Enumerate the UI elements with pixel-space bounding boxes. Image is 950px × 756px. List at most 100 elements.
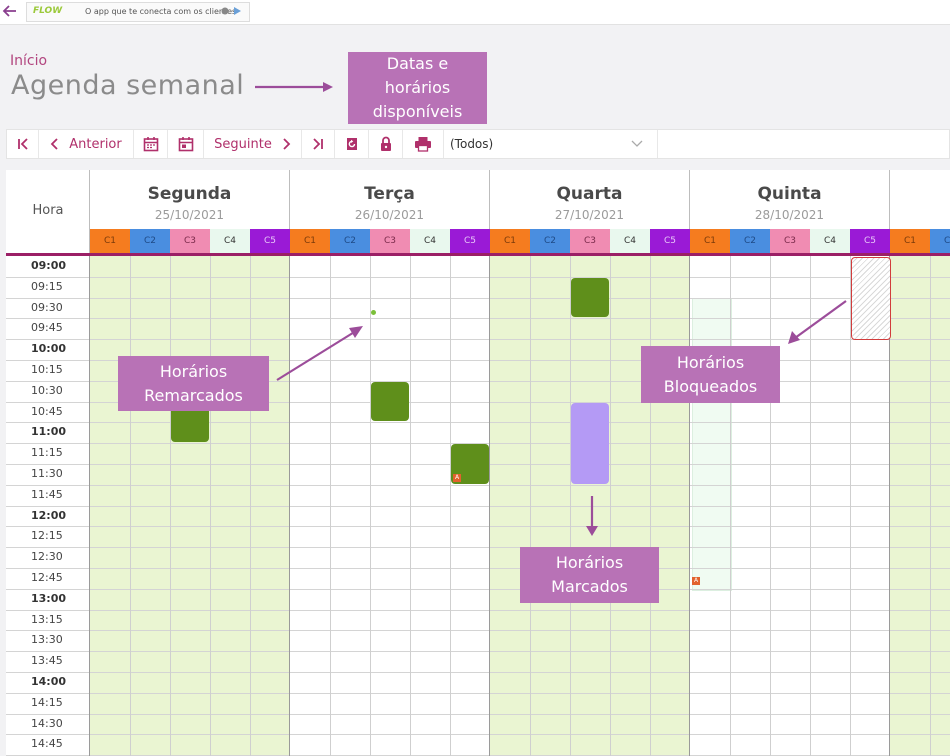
column-chip-c1[interactable]: C1: [90, 229, 130, 253]
column-chip-c2[interactable]: C2: [330, 229, 370, 253]
time-label: 09:00: [31, 259, 67, 272]
day-date: 28/10/2021: [754, 208, 825, 222]
note-text: Datas e horários disponíveis: [372, 54, 463, 121]
calendar-day-icon: [178, 137, 193, 152]
time-label: 09:15: [31, 279, 63, 293]
column-chips: C1C2C3C4C5: [490, 229, 690, 253]
column-chip-c5[interactable]: C5: [250, 229, 290, 253]
row-line: [6, 672, 950, 673]
column-chip-c5[interactable]: C5: [450, 229, 490, 253]
column-chip-c3[interactable]: C3: [170, 229, 210, 253]
row-line: [6, 692, 950, 694]
filter-value: (Todos): [450, 137, 494, 151]
column-divider: [930, 256, 931, 756]
note-text: Horários Remarcados: [144, 361, 243, 405]
day-header: C1C2C3C4C5: [890, 170, 950, 254]
column-chip-c1[interactable]: C1: [690, 229, 730, 253]
time-label: 11:00: [31, 425, 67, 439]
days-header: Segunda 25/10/2021 C1 C2 C3 C4 C5 Terça 26/10/20…: [90, 170, 950, 254]
row-line: [6, 547, 950, 549]
page-title: Agenda semanal: [11, 70, 245, 101]
column-chip-c2[interactable]: C2: [130, 229, 170, 253]
rescheduled-appointment-block[interactable]: [571, 402, 609, 484]
time-label: 12:00: [31, 508, 67, 522]
day-date: 26/10/2021: [354, 208, 425, 222]
time-label: 11:45: [31, 487, 63, 501]
column-chip-c5[interactable]: C5: [850, 229, 890, 253]
time-label: 12:30: [31, 550, 63, 564]
time-label: 13:45: [31, 654, 63, 668]
appointment-block[interactable]: [571, 277, 609, 318]
day-divider: [489, 256, 490, 756]
previous-label: Anterior: [69, 136, 122, 152]
print-button[interactable]: [403, 130, 444, 158]
column-chip-c1[interactable]: C1: [890, 229, 930, 253]
column-divider: [730, 256, 731, 756]
refresh-button[interactable]: [335, 130, 369, 158]
hour-header: Hora: [32, 203, 64, 218]
next-button[interactable]: Seguinte: [204, 130, 302, 158]
column-chip-c4[interactable]: C4: [210, 229, 250, 253]
top-bar: FLOW O app que te conecta com os cliente…: [0, 0, 950, 25]
weekly-calendar: Hora Segunda 25/10/2021 C1 C2 C3 C4 C5 Terça 26/…: [6, 170, 950, 756]
first-page-icon: [17, 138, 28, 150]
app-promo-banner[interactable]: FLOW O app que te conecta com os cliente…: [26, 2, 250, 22]
row-line: [6, 505, 950, 507]
rescheduled-marker[interactable]: [371, 310, 376, 316]
column-chip-c4[interactable]: C4: [610, 229, 650, 253]
day-date: 25/10/2021: [154, 208, 225, 222]
first-page-button[interactable]: [7, 130, 39, 158]
column-chip-c5[interactable]: C5: [650, 229, 690, 253]
column-chip-c1[interactable]: C1: [290, 229, 330, 253]
column-divider: [370, 256, 371, 756]
row-line: [6, 526, 950, 528]
app-store-icons: [221, 6, 243, 19]
time-label: 10:45: [31, 404, 63, 418]
column-chip-c3[interactable]: C3: [370, 229, 410, 253]
appointment-block[interactable]: A: [451, 444, 489, 484]
day-name: Segunda: [147, 184, 232, 204]
column-chip-c1[interactable]: C1: [490, 229, 530, 253]
lock-button[interactable]: [369, 130, 403, 158]
previous-button[interactable]: Anterior: [39, 130, 134, 158]
column-chip-c2[interactable]: C2: [730, 229, 770, 253]
row-line: [6, 734, 950, 736]
row-line: [6, 276, 950, 278]
blocked-slot[interactable]: [851, 257, 891, 341]
last-page-button[interactable]: [302, 130, 335, 158]
column-chip-c4[interactable]: C4: [810, 229, 850, 253]
arrow-left-icon[interactable]: [2, 2, 18, 20]
breadcrumb[interactable]: Início: [10, 53, 47, 69]
column-chip-c3[interactable]: C3: [570, 229, 610, 253]
day-divider: [689, 256, 690, 756]
refresh-icon: [346, 138, 357, 150]
row-line: [6, 318, 950, 320]
calendar-day-button[interactable]: [168, 130, 204, 158]
row-line: [6, 484, 950, 486]
row-line: [6, 422, 950, 424]
column-divider: [410, 256, 411, 756]
appointment-block[interactable]: [371, 381, 409, 422]
time-label: 14:30: [31, 716, 63, 730]
alert-badge-icon: A: [692, 576, 700, 585]
calendar-button[interactable]: [134, 130, 168, 158]
column-divider: [210, 256, 211, 756]
calendar-icon: [143, 137, 158, 152]
time-label: 13:15: [31, 612, 63, 626]
time-label: 11:30: [31, 467, 63, 480]
annotation-arrow: [255, 82, 333, 92]
column-chip-c3[interactable]: C3: [770, 229, 810, 253]
column-chip-c2[interactable]: C2: [530, 229, 570, 253]
time-label: 14:00: [31, 675, 67, 688]
column-chip-c2[interactable]: C2: [930, 229, 950, 253]
time-label: 12:15: [31, 529, 63, 543]
time-label: 10:00: [31, 342, 67, 356]
last-page-icon: [313, 138, 323, 150]
chevron-left-icon: [50, 138, 58, 150]
day-header: Quarta 27/10/2021 C1 C2 C3 C4 C5: [490, 170, 690, 254]
row-line: [6, 297, 950, 299]
column-chip-c4[interactable]: C4: [410, 229, 450, 253]
column-filter-select[interactable]: (Todos): [444, 130, 658, 158]
time-label: 09:45: [31, 321, 63, 335]
time-label: 10:15: [31, 363, 63, 376]
